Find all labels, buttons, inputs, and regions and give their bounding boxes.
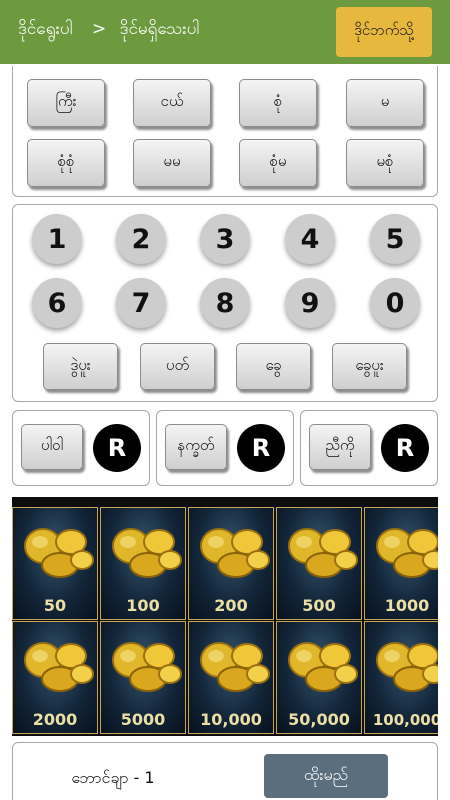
amount-label: 5000: [120, 710, 166, 729]
wrap-button[interactable]: ခွေ: [236, 343, 311, 390]
type-button-even-odd[interactable]: စုံမ: [239, 139, 317, 187]
bet-type-panel: ကြီး ငယ် စုံ မ စုံစုံ မမ စုံမ မစုံ: [12, 66, 438, 197]
amount-grid: 50 100 200 500 1000 2000 5000 10,000 50,…: [12, 497, 438, 736]
breadcrumb-separator: >: [91, 19, 107, 39]
power-reverse-badge[interactable]: R: [93, 424, 141, 472]
amount-tile[interactable]: 100,000: [364, 621, 438, 734]
footer-panel: ဘောင်ချာ - 1 ထိုးမည်: [12, 742, 438, 800]
amount-label: 10,000: [200, 710, 262, 729]
amount-label: 2000: [32, 710, 78, 729]
digit-button-6[interactable]: 6: [32, 278, 82, 328]
coins-icon: [112, 642, 182, 692]
coins-icon: [376, 642, 438, 692]
amount-tile[interactable]: 5000: [100, 621, 186, 734]
amount-tile[interactable]: 10,000: [188, 621, 274, 734]
type-button-odd-even[interactable]: မစုံ: [346, 139, 424, 187]
amount-label: 500: [302, 596, 336, 615]
coins-icon: [288, 642, 358, 692]
type-button-odd[interactable]: မ: [346, 79, 424, 127]
brothers-reverse-badge[interactable]: R: [381, 424, 429, 472]
voucher-count: ဘောင်ချာ - 1: [71, 768, 155, 787]
type-button-even[interactable]: စုံ: [239, 79, 317, 127]
type-button-big[interactable]: ကြီး: [27, 79, 105, 127]
type-button-small[interactable]: ငယ်: [133, 79, 211, 127]
coins-icon: [24, 528, 94, 578]
double-pair-button[interactable]: ဒွဲပူး: [43, 343, 118, 390]
type-button-even-even[interactable]: စုံစုံ: [27, 139, 105, 187]
amount-tile[interactable]: 50: [12, 507, 98, 620]
amount-label: 50: [43, 596, 67, 615]
amount-tile[interactable]: 1000: [364, 507, 438, 620]
digit-panel: 1 2 3 4 5 6 7 8 9 0 ဒွဲပူး ပတ် ခွေ ခွေပူ…: [12, 204, 438, 402]
digit-button-2[interactable]: 2: [116, 214, 166, 264]
amount-tile[interactable]: 2000: [12, 621, 98, 734]
star-panel: နက္ခတ် R: [156, 410, 294, 486]
star-reverse-badge[interactable]: R: [237, 424, 285, 472]
amount-tile[interactable]: 200: [188, 507, 274, 620]
amount-tile[interactable]: 50,000: [276, 621, 362, 734]
digit-button-9[interactable]: 9: [285, 278, 335, 328]
type-button-odd-odd[interactable]: မမ: [133, 139, 211, 187]
coins-icon: [288, 528, 358, 578]
coins-icon: [112, 528, 182, 578]
breadcrumb: ဒိုင်ရွေးပါ > ဒိုင်မရှိသေးပါ: [18, 18, 203, 43]
round-button[interactable]: ပတ်: [140, 343, 215, 390]
digit-button-0[interactable]: 0: [370, 278, 420, 328]
go-to-dealer-button[interactable]: ဒိုင်ဘက်သို့: [336, 7, 432, 57]
wrap-pair-button[interactable]: ခွေပူး: [332, 343, 407, 390]
brothers-button[interactable]: ညီကို: [309, 424, 371, 470]
coins-icon: [24, 642, 94, 692]
digit-button-3[interactable]: 3: [200, 214, 250, 264]
amount-tile[interactable]: 100: [100, 507, 186, 620]
digit-button-8[interactable]: 8: [200, 278, 250, 328]
coins-icon: [200, 642, 270, 692]
breadcrumb-no-dealer: ဒိုင်မရှိသေးပါ: [119, 19, 200, 39]
breadcrumb-choose-dealer[interactable]: ဒိုင်ရွေးပါ: [18, 19, 73, 39]
amount-label: 100: [126, 596, 160, 615]
brothers-panel: ညီကို R: [300, 410, 438, 486]
digit-button-5[interactable]: 5: [370, 214, 420, 264]
amount-label: 50,000: [288, 710, 350, 729]
submit-bet-button[interactable]: ထိုးမည်: [264, 754, 388, 798]
power-button[interactable]: ပါဝါ: [21, 424, 83, 470]
top-bar: ဒိုင်ရွေးပါ > ဒိုင်မရှိသေးပါ ဒိုင်ဘက်သို…: [0, 0, 450, 64]
amount-label: 1000: [384, 596, 430, 615]
coins-icon: [200, 528, 270, 578]
amount-tile[interactable]: 500: [276, 507, 362, 620]
coins-icon: [376, 528, 438, 578]
digit-button-1[interactable]: 1: [32, 214, 82, 264]
amount-label: 200: [214, 596, 248, 615]
amount-label: 100,000: [372, 711, 438, 729]
star-button[interactable]: နက္ခတ်: [165, 424, 227, 470]
digit-button-4[interactable]: 4: [285, 214, 335, 264]
power-panel: ပါဝါ R: [12, 410, 150, 486]
digit-button-7[interactable]: 7: [116, 278, 166, 328]
